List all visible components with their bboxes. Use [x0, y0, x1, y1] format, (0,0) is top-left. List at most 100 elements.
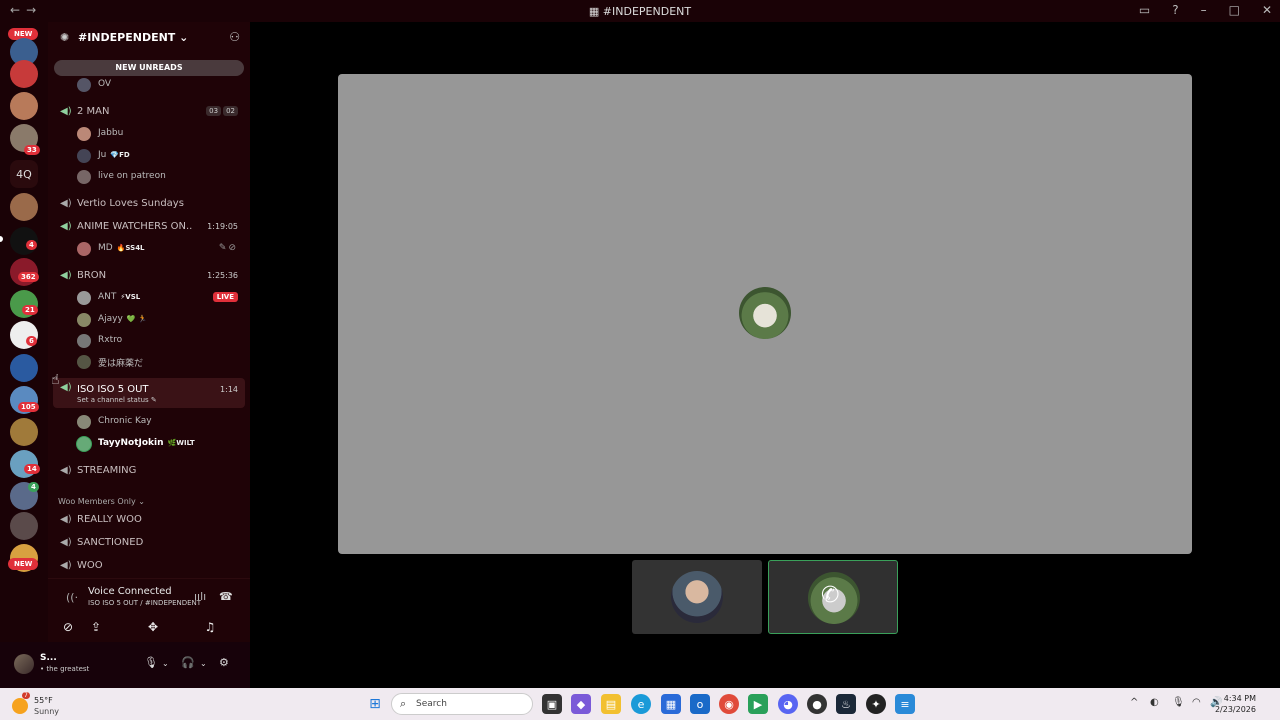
- live-badge[interactable]: LIVE: [212, 292, 238, 302]
- voice-member-jabbu[interactable]: Jabbu: [48, 124, 250, 144]
- file-explorer-icon[interactable]: ▤: [601, 694, 621, 714]
- signal-icon[interactable]: ((·: [66, 591, 78, 604]
- system-clock[interactable]: 4:34 PM 2/23/2026: [1215, 693, 1256, 715]
- obs-icon[interactable]: ●: [807, 694, 827, 714]
- unread-badge: 105: [18, 402, 39, 412]
- speaker-icon: ◀): [60, 537, 72, 548]
- inbox-icon[interactable]: ▭: [1139, 3, 1150, 17]
- server-icon-14[interactable]: [10, 512, 38, 540]
- voice-channel-2-man[interactable]: ◀) 2 MAN 03 02: [48, 102, 250, 122]
- voice-member-live-on-patreon[interactable]: live on patreon: [48, 167, 250, 187]
- server-icon-5[interactable]: [10, 193, 38, 221]
- new-unreads-banner[interactable]: NEW UNREADS: [54, 60, 244, 76]
- app-icon[interactable]: ▶: [748, 694, 768, 714]
- username[interactable]: S...: [40, 653, 57, 663]
- voice-member-jp[interactable]: 愛は麻薬だ: [48, 352, 250, 372]
- avatar: [671, 571, 723, 623]
- soundboard-button[interactable]: ♫: [190, 616, 230, 638]
- minimize-button[interactable]: –: [1201, 3, 1207, 17]
- avatar: [77, 127, 91, 141]
- voice-member-chronic-kay[interactable]: Chronic Kay: [48, 412, 250, 432]
- tray-app-icon[interactable]: ◐: [1150, 697, 1159, 708]
- task-view-icon[interactable]: ▣: [542, 694, 562, 714]
- voice-member-ju[interactable]: Ju 💎FD: [48, 146, 250, 166]
- voice-channel-streaming[interactable]: ◀) STREAMING: [48, 461, 250, 481]
- chrome-icon[interactable]: ◉: [719, 694, 739, 714]
- settings-gear-icon[interactable]: ⚙: [219, 656, 229, 669]
- user-avatar[interactable]: [14, 654, 34, 674]
- chevron-up-icon[interactable]: ^: [1130, 697, 1138, 708]
- wifi-icon[interactable]: ◠: [1192, 697, 1201, 708]
- steam-icon[interactable]: ♨: [836, 694, 856, 714]
- voice-member-tayynotjokin[interactable]: TayyNotJokin 🌿WILT: [48, 434, 250, 454]
- new-indicator-bottom[interactable]: NEW: [8, 558, 39, 570]
- voice-channel-vertio[interactable]: ◀) Vertio Loves Sundays: [48, 194, 250, 214]
- server-header[interactable]: ✺ #INDEPENDENT ⌄ ⚇: [48, 22, 250, 56]
- voice-stage[interactable]: [338, 74, 1192, 554]
- window-title: ▦ #INDEPENDENT: [588, 5, 692, 18]
- start-icon[interactable]: ⊞: [365, 694, 385, 714]
- unread-badge: 362: [18, 272, 39, 282]
- muted-deafened-icons: ✎⊘: [218, 243, 238, 253]
- server-tag: 💎FD: [110, 151, 130, 159]
- avatar: [77, 242, 91, 256]
- server-icon-2[interactable]: [10, 60, 38, 88]
- store-icon[interactable]: ▦: [661, 694, 681, 714]
- server-icon-small: ▦: [588, 5, 603, 18]
- microphone-tray-icon[interactable]: 🎙: [1172, 697, 1185, 708]
- set-channel-status[interactable]: Set a channel status ✎: [77, 396, 157, 404]
- app-icon-2[interactable]: ✦: [866, 694, 886, 714]
- voice-channel-really-woo[interactable]: ◀) REALLY WOO: [48, 510, 250, 530]
- voice-channel-sanctioned[interactable]: ◀) SANCTIONED: [48, 533, 250, 553]
- outlook-icon[interactable]: o: [690, 694, 710, 714]
- avatar: [77, 334, 91, 348]
- taskbar-search[interactable]: ⌕ Search: [391, 693, 533, 715]
- chevron-down-icon[interactable]: ⌄: [200, 659, 207, 668]
- participant-tile-self[interactable]: ✆: [768, 560, 898, 634]
- edge-icon[interactable]: e: [631, 694, 651, 714]
- voice-member-md[interactable]: MD 🔥SS4L ✎⊘: [48, 239, 250, 259]
- speaker-icon: ◀): [60, 198, 72, 209]
- headphones-icon[interactable]: 🎧: [181, 656, 195, 669]
- voice-channel-anime-watchers[interactable]: ◀) ANIME WATCHERS ON... 1:19:05: [48, 217, 250, 237]
- invite-icon[interactable]: ⚇: [229, 30, 240, 44]
- voice-member-ant[interactable]: ANT ⚡VSL LIVE: [48, 288, 250, 308]
- category-woo-members-only[interactable]: Woo Members Only ⌄: [58, 497, 145, 506]
- maximize-button[interactable]: □: [1229, 3, 1240, 17]
- avatar: [77, 437, 91, 451]
- voice-status[interactable]: Voice Connected: [88, 586, 172, 597]
- voice-channel-iso-iso-5-out[interactable]: ◀) ISO ISO 5 OUT 1:14 Set a channel stat…: [53, 378, 245, 408]
- discord-icon[interactable]: ◕: [778, 694, 798, 714]
- voice-channel-woo[interactable]: ◀) WOO: [48, 556, 250, 576]
- server-icon-9[interactable]: [10, 354, 38, 382]
- chevron-down-icon[interactable]: ⌄: [162, 659, 169, 668]
- microphone-icon[interactable]: 🎙: [144, 656, 158, 669]
- server-4q[interactable]: 4Q: [10, 160, 38, 188]
- unread-badge: 6: [26, 336, 37, 346]
- server-name[interactable]: #INDEPENDENT ⌄: [78, 31, 188, 44]
- voice-member-ov[interactable]: OV: [48, 75, 250, 95]
- notepad-icon[interactable]: ≡: [895, 694, 915, 714]
- voice-member-ajayy[interactable]: Ajayy 💚 🏃: [48, 310, 250, 330]
- search-placeholder: Search: [416, 699, 447, 709]
- voice-channel-path[interactable]: ISO ISO 5 OUT / #INDEPENDENT: [88, 599, 201, 607]
- server-icon-3[interactable]: [10, 92, 38, 120]
- avatar: [77, 170, 91, 184]
- weather-condition: Sunny: [34, 707, 60, 716]
- help-icon[interactable]: ?: [1172, 3, 1178, 17]
- participant-tile-1[interactable]: [632, 560, 762, 634]
- activities-button[interactable]: ✥: [133, 616, 173, 638]
- user-panel: S... • the greatest 🎙 ⌄ 🎧 ⌄ ⚙: [0, 642, 250, 688]
- copilot-icon[interactable]: ◆: [571, 694, 591, 714]
- unread-badge: 4: [28, 482, 39, 492]
- noise-suppression-icon[interactable]: ıılı: [194, 590, 206, 603]
- phone-icon: ✆: [821, 583, 840, 608]
- speaker-icon: ◀): [60, 270, 72, 281]
- screen-share-button[interactable]: ⇪: [76, 616, 116, 638]
- voice-channel-bron[interactable]: ◀) BRON 1:25:36: [48, 266, 250, 286]
- disconnect-icon[interactable]: ☎: [219, 590, 233, 603]
- user-limit-pill: 03 02: [206, 106, 238, 116]
- close-button[interactable]: ✕: [1262, 3, 1272, 17]
- server-icon-11[interactable]: [10, 418, 38, 446]
- voice-member-rxtro[interactable]: Rxtro: [48, 331, 250, 351]
